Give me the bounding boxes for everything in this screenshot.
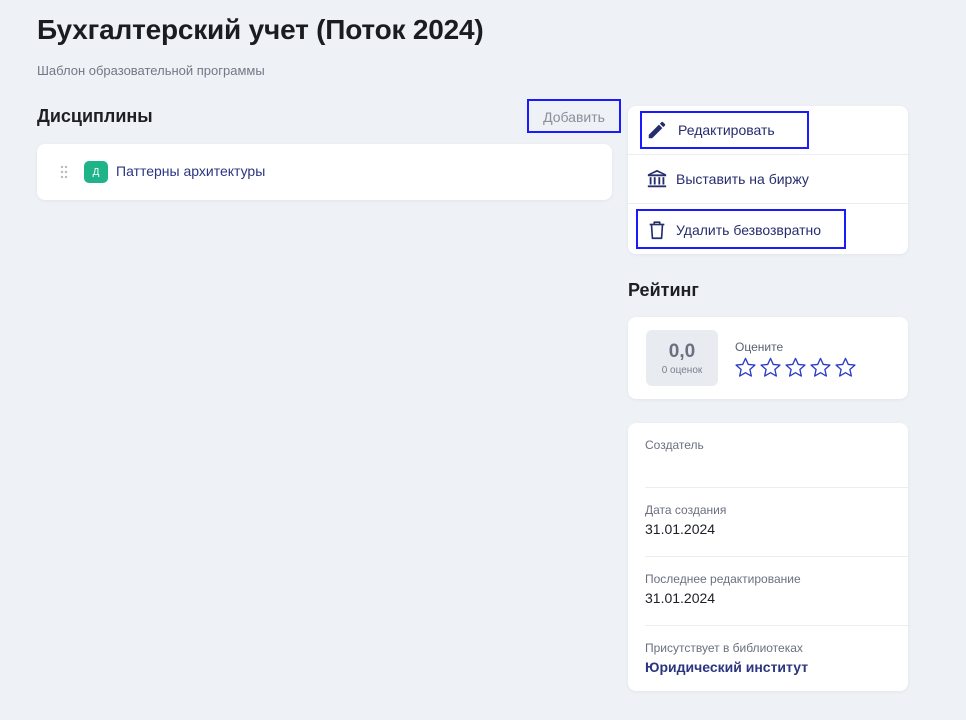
list-item[interactable]: Д Паттерны архитектуры: [37, 144, 612, 200]
discipline-name-link[interactable]: Паттерны архитектуры: [116, 163, 265, 179]
add-discipline-button[interactable]: Добавить: [527, 99, 621, 133]
star-outline-icon[interactable]: [834, 356, 857, 379]
libraries-label: Присутствует в библиотеках: [645, 641, 803, 655]
page-title: Бухгалтерский учет (Поток 2024): [37, 14, 484, 45]
star-outline-icon[interactable]: [784, 356, 807, 379]
exchange-button[interactable]: Выставить на биржу: [628, 155, 908, 204]
rating-card: 0,0 0 оценок Оцените: [628, 317, 908, 399]
star-outline-icon[interactable]: [734, 356, 757, 379]
star-outline-icon[interactable]: [759, 356, 782, 379]
actions-menu: Редактировать Выставить на биржу Удалить…: [628, 106, 908, 254]
creator-row: Создатель: [645, 438, 891, 456]
divider: [645, 556, 908, 557]
creator-label: Создатель: [645, 438, 704, 452]
discipline-type-badge: Д: [84, 161, 108, 183]
score-box: 0,0 0 оценок: [646, 330, 718, 386]
exchange-label: Выставить на биржу: [676, 171, 809, 187]
rate-label: Оцените: [735, 340, 784, 354]
bank-icon: [647, 169, 667, 188]
delete-label: Удалить безвозвратно: [676, 221, 822, 238]
page-subtitle: Шаблон образовательной программы: [37, 63, 265, 78]
library-link[interactable]: Юридический институт: [645, 659, 891, 675]
created-label: Дата создания: [645, 503, 727, 517]
edited-row: Последнее редактирование 31.01.2024: [645, 572, 891, 606]
disciplines-heading: Дисциплины: [37, 106, 153, 126]
edited-label: Последнее редактирование: [645, 572, 801, 586]
libraries-row: Присутствует в библиотеках Юридический и…: [645, 641, 891, 675]
info-card: Создатель Дата создания 31.01.2024 После…: [628, 423, 908, 691]
edit-button[interactable]: Редактировать: [628, 106, 908, 155]
delete-button[interactable]: Удалить безвозвратно: [628, 205, 908, 254]
created-row: Дата создания 31.01.2024: [645, 503, 891, 537]
divider: [645, 487, 908, 488]
pencil-icon: [648, 121, 666, 139]
star-rating[interactable]: [734, 356, 857, 379]
score-count: 0 оценок: [661, 365, 703, 376]
rating-heading: Рейтинг: [628, 280, 699, 300]
page: Бухгалтерский учет (Поток 2024) Шаблон о…: [0, 0, 966, 720]
created-value: 31.01.2024: [645, 521, 716, 537]
divider: [645, 625, 908, 626]
edit-label: Редактировать: [678, 122, 775, 138]
trash-icon: [649, 220, 665, 239]
score-value: 0,0: [668, 341, 696, 362]
star-outline-icon[interactable]: [809, 356, 832, 379]
edited-value: 31.01.2024: [645, 590, 716, 606]
drag-handle-icon[interactable]: [60, 164, 68, 180]
